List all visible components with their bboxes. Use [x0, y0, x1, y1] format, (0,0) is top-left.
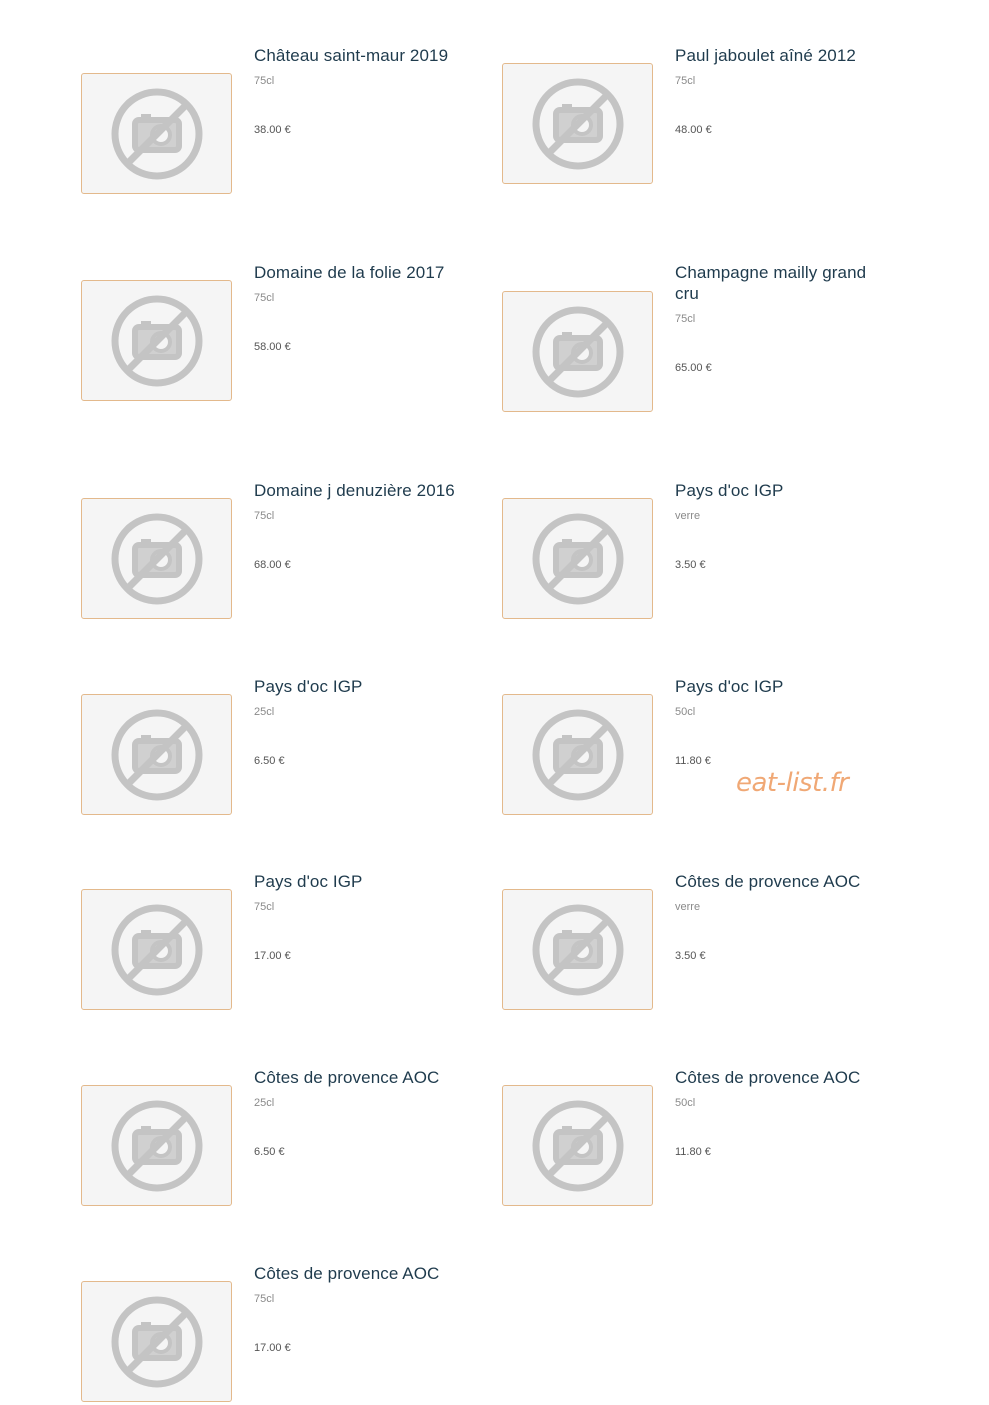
no-photo-icon	[532, 904, 624, 996]
item-price: 17.00 €	[254, 1342, 291, 1354]
no-photo-icon	[111, 709, 203, 801]
item-image	[502, 63, 653, 184]
item-size: verre	[675, 510, 701, 522]
item-price: 58.00 €	[254, 341, 291, 353]
item-size: 50cl	[675, 1097, 696, 1109]
item-image	[502, 291, 653, 412]
item-size: 50cl	[675, 706, 696, 718]
item-price: 38.00 €	[254, 124, 291, 136]
item-price: 3.50 €	[675, 950, 706, 962]
item-name: Pays d'oc IGP	[254, 677, 363, 696]
item-size: 25cl	[254, 1097, 275, 1109]
item-price: 11.80 €	[675, 755, 711, 767]
item-size: 75cl	[254, 1293, 275, 1305]
item-size: 75cl	[675, 313, 696, 325]
item-price: 65.00 €	[675, 362, 712, 374]
item-price: 48.00 €	[675, 124, 712, 136]
no-photo-icon	[111, 1100, 203, 1192]
item-name: Champagne mailly grand cru	[675, 263, 867, 303]
item-size: 75cl	[254, 901, 275, 913]
item-name: Paul jaboulet aîné 2012	[675, 46, 856, 65]
item-image	[81, 1281, 232, 1402]
item-name: Pays d'oc IGP	[675, 481, 784, 500]
no-photo-icon	[111, 295, 203, 387]
no-photo-icon	[532, 306, 624, 398]
item-name: Côtes de provence AOC	[254, 1068, 440, 1087]
item-image	[81, 73, 232, 194]
item-name: Château saint-maur 2019	[254, 46, 449, 65]
no-photo-icon	[532, 78, 624, 170]
item-price: 68.00 €	[254, 559, 291, 571]
item-size: 75cl	[254, 510, 275, 522]
item-size: 75cl	[254, 75, 275, 87]
item-name: Côtes de provence AOC	[675, 1068, 861, 1087]
item-size: verre	[675, 901, 701, 913]
item-name: Pays d'oc IGP	[254, 872, 363, 891]
item-name: Pays d'oc IGP	[675, 677, 784, 696]
item-price: 3.50 €	[675, 559, 706, 571]
item-image	[502, 498, 653, 619]
item-name: Côtes de provence AOC	[675, 872, 861, 891]
no-photo-icon	[111, 1296, 203, 1388]
item-image	[502, 1085, 653, 1206]
item-image	[81, 889, 232, 1010]
item-size: 25cl	[254, 706, 275, 718]
no-photo-icon	[111, 88, 203, 180]
item-price: 6.50 €	[254, 755, 285, 767]
item-size: 75cl	[675, 75, 696, 87]
watermark: eat-list.fr	[736, 768, 849, 798]
item-name: Côtes de provence AOC	[254, 1264, 440, 1283]
no-photo-icon	[532, 709, 624, 801]
item-image	[81, 280, 232, 401]
item-price: 6.50 €	[254, 1146, 285, 1158]
item-image	[81, 1085, 232, 1206]
item-image	[502, 694, 653, 815]
item-image	[81, 498, 232, 619]
item-image	[81, 694, 232, 815]
item-size: 75cl	[254, 292, 275, 304]
item-price: 11.80 €	[675, 1146, 711, 1158]
no-photo-icon	[532, 513, 624, 605]
item-name: Domaine j denuzière 2016	[254, 481, 455, 500]
item-image	[502, 889, 653, 1010]
no-photo-icon	[111, 513, 203, 605]
item-name: Domaine de la folie 2017	[254, 263, 445, 282]
item-price: 17.00 €	[254, 950, 291, 962]
no-photo-icon	[532, 1100, 624, 1192]
no-photo-icon	[111, 904, 203, 996]
